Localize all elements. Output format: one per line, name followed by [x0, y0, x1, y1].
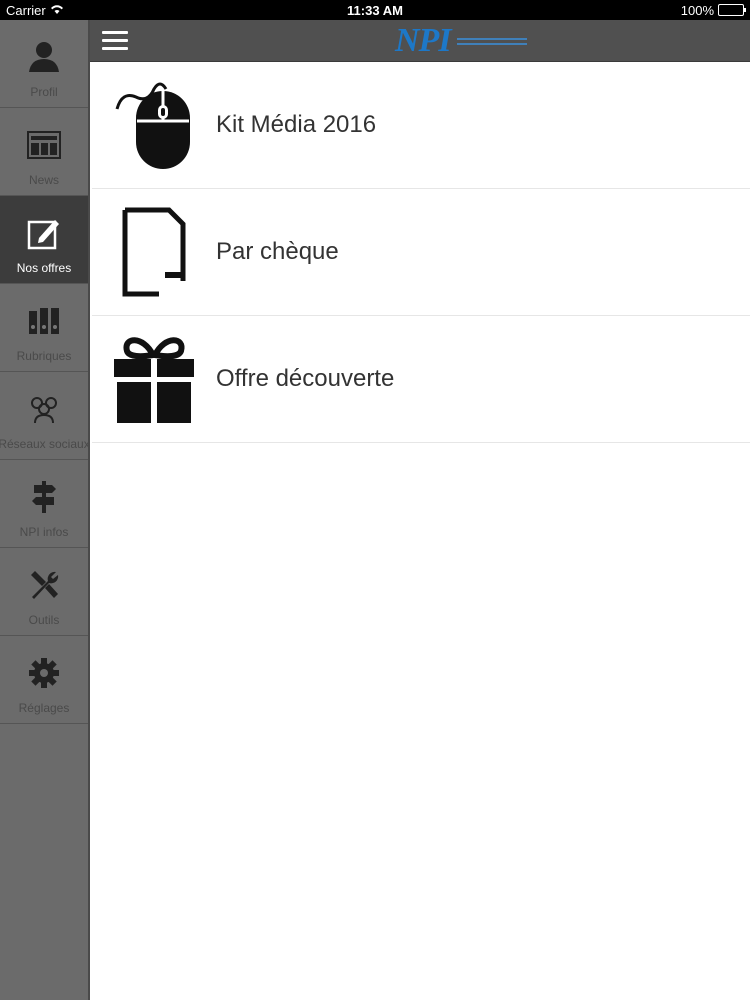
gift-icon [92, 333, 216, 425]
wifi-icon [50, 3, 64, 18]
newspaper-icon [26, 127, 62, 163]
offer-label: Offre découverte [216, 365, 395, 392]
sidebar: Profil News Nos offres Rubriques Réseaux… [0, 20, 90, 1000]
sidebar-item-label: Outils [28, 613, 60, 627]
gear-icon [26, 655, 62, 691]
menu-icon[interactable] [102, 31, 128, 51]
signpost-icon [26, 479, 62, 515]
offer-label: Kit Média 2016 [216, 111, 377, 138]
offer-label: Par chèque [216, 238, 339, 265]
list-item[interactable]: Par chèque [92, 189, 750, 316]
list-item[interactable]: Kit Média 2016 [92, 62, 750, 189]
sidebar-item-label: NPI infos [19, 525, 69, 539]
sidebar-item-outils[interactable]: Outils [0, 548, 88, 636]
sidebar-item-label: Profil [30, 85, 58, 99]
status-time: 11:33 AM [347, 2, 403, 18]
user-icon [26, 39, 62, 75]
offers-list: Kit Média 2016 Par chèque Offre découver… [92, 62, 750, 1000]
status-bar: Carrier 11:33 AM 100% [0, 0, 750, 20]
sidebar-item-reglages[interactable]: Réglages [0, 636, 88, 724]
mouse-icon [92, 79, 216, 171]
carrier-label: Carrier [6, 2, 46, 18]
battery-icon [718, 4, 746, 16]
sidebar-item-label: Rubriques [16, 349, 72, 363]
sidebar-item-profil[interactable]: Profil [0, 20, 88, 108]
people-icon [26, 391, 62, 427]
document-icon [92, 207, 216, 297]
edit-icon [26, 215, 62, 251]
sidebar-item-label: Réseaux sociaux [0, 437, 88, 451]
sidebar-item-news[interactable]: News [0, 108, 88, 196]
sidebar-item-label: Réglages [18, 701, 70, 715]
sidebar-item-reseaux-sociaux[interactable]: Réseaux sociaux [0, 372, 88, 460]
npi-logo: NPI [395, 22, 527, 59]
sidebar-item-nos-offres[interactable]: Nos offres [0, 196, 88, 284]
top-bar: NPI [90, 20, 750, 62]
sidebar-item-label: Nos offres [16, 261, 72, 275]
battery-label: 100% [680, 2, 714, 18]
binders-icon [26, 303, 62, 339]
logo-text: NPI [395, 22, 452, 59]
list-item[interactable]: Offre découverte [92, 316, 750, 443]
tools-icon [26, 567, 62, 603]
sidebar-item-rubriques[interactable]: Rubriques [0, 284, 88, 372]
sidebar-item-label: News [28, 173, 59, 187]
sidebar-item-npi-infos[interactable]: NPI infos [0, 460, 88, 548]
